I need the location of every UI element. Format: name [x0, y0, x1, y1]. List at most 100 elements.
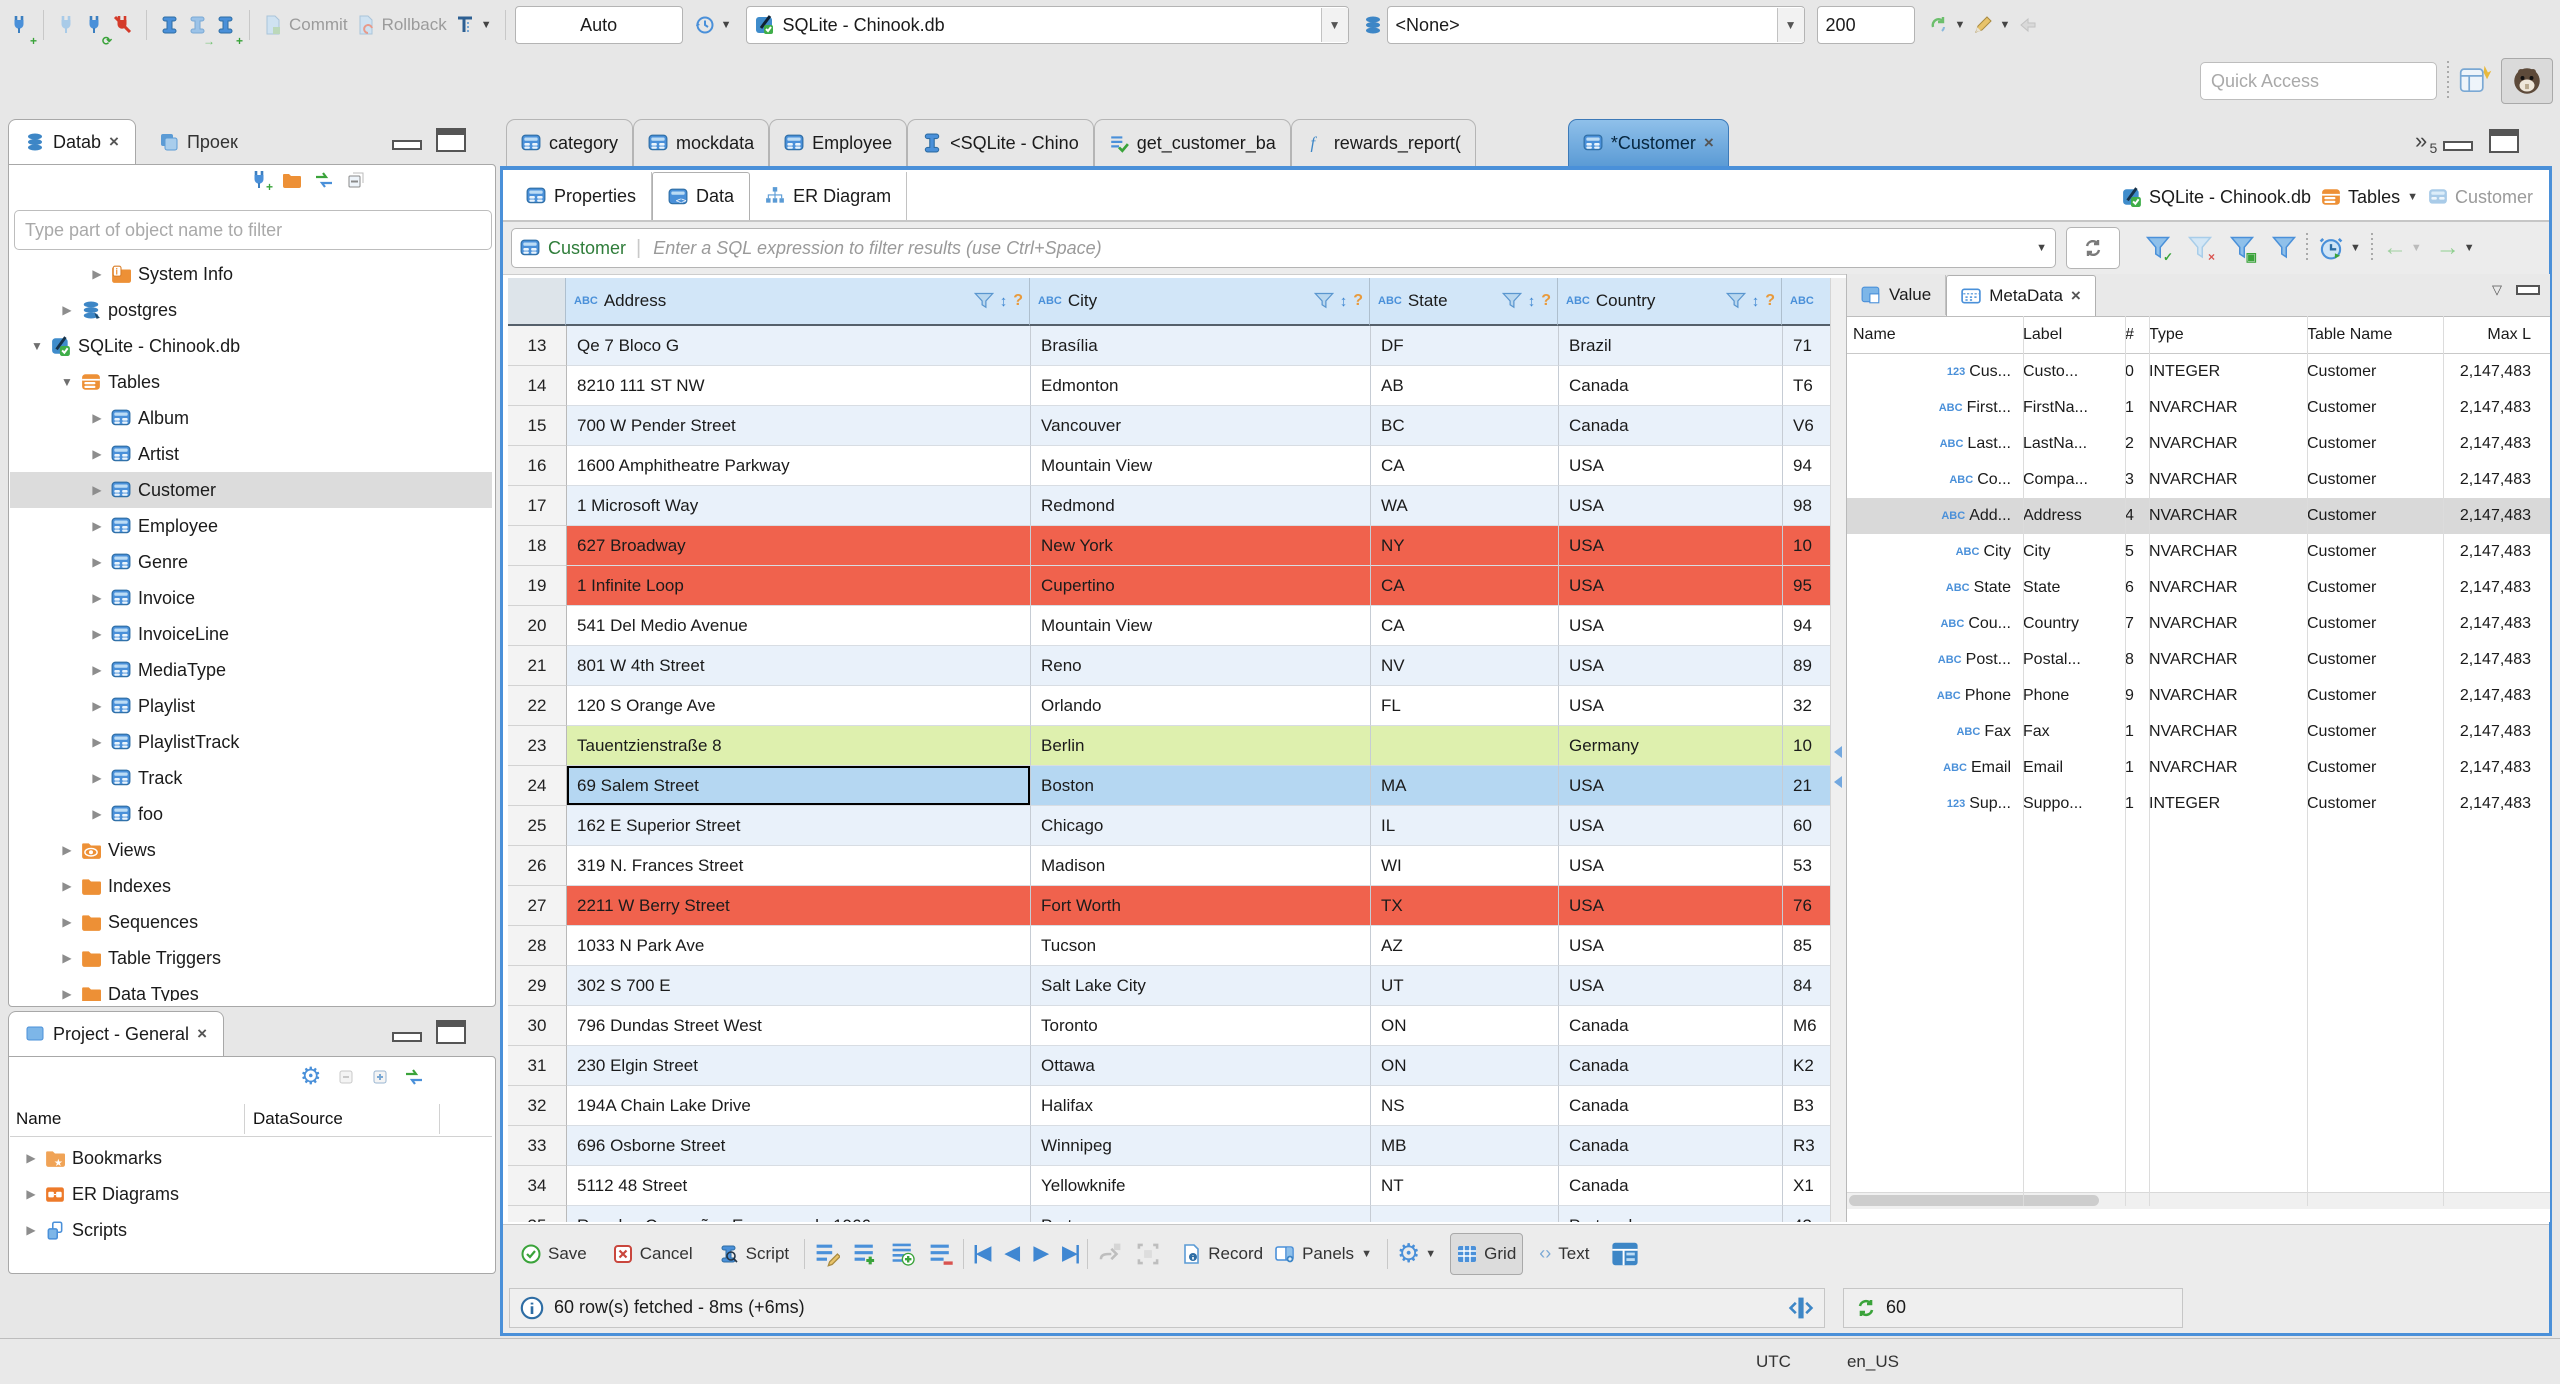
new-sql-editor-icon[interactable] — [156, 6, 184, 44]
tree-expand-arrow[interactable]: ▶ — [60, 843, 74, 857]
disconnect-icon[interactable] — [109, 6, 137, 44]
cell-country[interactable]: USA — [1559, 766, 1783, 806]
cell-address[interactable]: 1 Infinite Loop — [567, 566, 1031, 606]
cell-city[interactable]: Madison — [1031, 846, 1371, 886]
tree-expand-arrow[interactable]: ▶ — [90, 267, 104, 281]
row-number[interactable]: 28 — [508, 926, 567, 966]
cell-address[interactable]: 8210 111 ST NW — [567, 366, 1031, 406]
sort-icon[interactable]: ↕ — [1000, 293, 1008, 310]
cell-state[interactable]: FL — [1371, 686, 1559, 726]
cell-city[interactable]: Vancouver — [1031, 406, 1371, 446]
tree-expand-arrow[interactable]: ▶ — [60, 303, 74, 317]
cell-postal[interactable]: V6 — [1783, 406, 1832, 446]
focus-cell-icon[interactable] — [1135, 1241, 1161, 1267]
cell-postal[interactable]: 32 — [1783, 686, 1832, 726]
first-row-icon[interactable]: |◀ — [973, 1242, 991, 1265]
tree-collapse-arrow[interactable]: ▼ — [60, 375, 74, 389]
maximize-icon[interactable] — [436, 128, 466, 152]
project-item-scripts[interactable]: ▶ Scripts — [10, 1212, 492, 1248]
editor-tab-employee[interactable]: Employee — [769, 119, 908, 167]
filter-help-icon[interactable]: ? — [1353, 292, 1363, 310]
cell-country[interactable]: USA — [1559, 966, 1783, 1006]
open-sql-script-icon[interactable]: → — [184, 6, 215, 47]
auto-refresh-button[interactable]: ▼ — [2318, 235, 2361, 261]
tree-item-customer[interactable]: ▶ Customer — [10, 472, 492, 508]
open-perspective-icon[interactable] — [2459, 64, 2493, 98]
tree-expand-arrow[interactable]: ▶ — [90, 591, 104, 605]
cell-postal[interactable]: X1 — [1783, 1166, 1832, 1206]
cell-address[interactable]: 162 E Superior Street — [567, 806, 1031, 846]
collapse-item-icon[interactable] — [336, 1067, 356, 1087]
tree-item-views[interactable]: ▶ Views — [10, 832, 492, 868]
cell-country[interactable]: USA — [1559, 526, 1783, 566]
column-header-name[interactable]: Name — [10, 1109, 244, 1129]
tree-item-sqlite-chinook-db[interactable]: ▼ SQLite - Chinook.db — [10, 328, 492, 364]
subtab-er-diagram[interactable]: ER Diagram — [750, 172, 908, 220]
row-number[interactable]: 22 — [508, 686, 567, 726]
row-number[interactable]: 20 — [508, 606, 567, 646]
cell-state[interactable]: IL — [1371, 806, 1559, 846]
commit-button[interactable]: Commit — [259, 6, 352, 44]
cell-postal[interactable]: 85 — [1783, 926, 1832, 966]
row-number[interactable]: 21 — [508, 646, 567, 686]
meta-column-header-table-name[interactable]: Table Name — [2301, 326, 2437, 344]
cell-address[interactable]: 627 Broadway — [567, 526, 1031, 566]
row-number[interactable]: 32 — [508, 1086, 567, 1126]
tree-expand-arrow[interactable]: ▶ — [90, 555, 104, 569]
tree-expand-arrow[interactable]: ▶ — [60, 987, 74, 1001]
cell-postal[interactable]: 10 — [1783, 526, 1832, 566]
metadata-row[interactable]: ABC Fax Fax 1 NVARCHAR Customer 2,147,483 — [1847, 714, 2550, 750]
cell-postal[interactable]: 89 — [1783, 646, 1832, 686]
cell-country[interactable]: USA — [1559, 446, 1783, 486]
metadata-row[interactable]: ABC Add... Address 4 NVARCHAR Customer 2,147,4… — [1847, 498, 2550, 534]
tx-history-button[interactable]: ▼ — [691, 6, 736, 44]
cell-city[interactable]: Halifax — [1031, 1086, 1371, 1126]
tx-mode-select[interactable]: Auto — [514, 6, 683, 44]
cell-city[interactable]: Porto — [1031, 1206, 1371, 1222]
cell-address[interactable]: 1033 N Park Ave — [567, 926, 1031, 966]
cell-city[interactable]: Redmond — [1031, 486, 1371, 526]
cell-city[interactable]: Fort Worth — [1031, 886, 1371, 926]
cell-country[interactable]: USA — [1559, 606, 1783, 646]
editor-tab-mockdata[interactable]: mockdata — [633, 119, 770, 167]
tree-item-playlisttrack[interactable]: ▶ PlaylistTrack — [10, 724, 492, 760]
cell-state[interactable] — [1371, 726, 1559, 766]
tree-item-foo[interactable]: ▶ foo — [10, 796, 492, 832]
custom-filter-icon[interactable] — [2272, 236, 2296, 260]
cell-country[interactable]: Canada — [1559, 1046, 1783, 1086]
connection-select[interactable]: SQLite - Chinook.db ▼ — [745, 6, 1349, 44]
metadata-row[interactable]: ABC Last... LastNa... 2 NVARCHAR Customer 2,14… — [1847, 426, 2550, 462]
cell-address[interactable]: Qe 7 Bloco G — [567, 326, 1031, 366]
cell-city[interactable]: Toronto — [1031, 1006, 1371, 1046]
cell-country[interactable]: USA — [1559, 646, 1783, 686]
project-item-er-diagrams[interactable]: ▶ ER Diagrams — [10, 1176, 492, 1212]
cell-postal[interactable]: 95 — [1783, 566, 1832, 606]
cell-postal[interactable]: R3 — [1783, 1126, 1832, 1166]
cell-city[interactable]: Edmonton — [1031, 366, 1371, 406]
connect-icon[interactable] — [53, 6, 81, 44]
cell-country[interactable]: Canada — [1559, 1086, 1783, 1126]
new-sql-script-icon[interactable]: + — [212, 6, 243, 47]
collapse-all-icon[interactable] — [346, 170, 366, 190]
cell-state[interactable]: BC — [1371, 406, 1559, 446]
link-with-editor-icon[interactable] — [314, 170, 334, 190]
column-header-state[interactable]: ABC State ↕? — [1370, 278, 1558, 326]
row-number[interactable]: 29 — [508, 966, 567, 1006]
tree-expand-arrow[interactable]: ▶ — [90, 483, 104, 497]
row-number[interactable]: 26 — [508, 846, 567, 886]
cell-state[interactable] — [1371, 1206, 1559, 1222]
rollback-button[interactable]: Rollback — [352, 6, 451, 44]
cell-city[interactable]: Mountain View — [1031, 606, 1371, 646]
cell-address[interactable]: 700 W Pender Street — [567, 406, 1031, 446]
cell-city[interactable]: Orlando — [1031, 686, 1371, 726]
cell-state[interactable]: NS — [1371, 1086, 1559, 1126]
metadata-row[interactable]: ABC Co... Compa... 3 NVARCHAR Customer 2,147,4… — [1847, 462, 2550, 498]
cell-postal[interactable]: 10 — [1783, 726, 1832, 766]
tab-database-navigator[interactable]: Datab × — [8, 119, 136, 164]
row-number[interactable]: 27 — [508, 886, 567, 926]
column-header-country[interactable]: ABC Country ↕? — [1558, 278, 1782, 326]
chevron-down-icon[interactable]: ▼ — [2407, 191, 2418, 203]
grid-scrollbar[interactable] — [1830, 278, 1847, 1222]
cell-postal[interactable]: B3 — [1783, 1086, 1832, 1126]
tab-overflow-button[interactable]: » 5 — [2415, 128, 2437, 156]
